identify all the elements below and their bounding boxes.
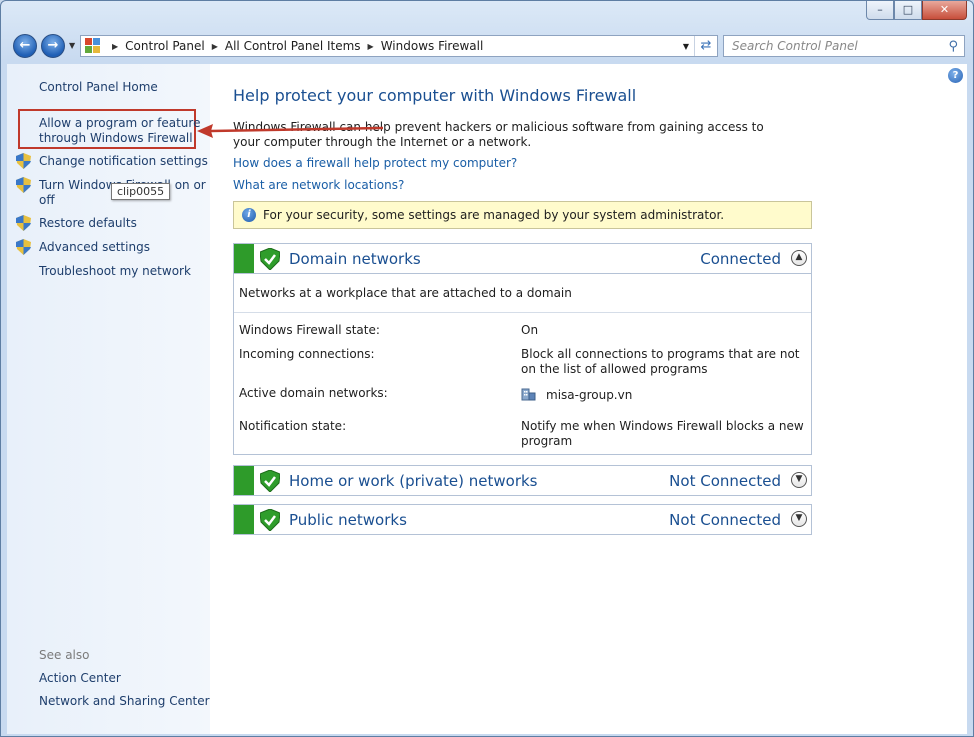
detail-value: Block all connections to programs that a… bbox=[521, 347, 800, 376]
green-shield-icon bbox=[259, 247, 281, 271]
breadcrumb-separator-icon[interactable]: ▶ bbox=[212, 42, 218, 51]
private-networks-panel: Home or work (private) networks Not Conn… bbox=[233, 465, 812, 496]
public-networks-panel: Public networks Not Connected ▼ bbox=[233, 504, 812, 535]
search-placeholder: Search Control Panel bbox=[732, 39, 858, 53]
network-status: Connected bbox=[700, 250, 781, 268]
address-bar[interactable]: ▶ Control Panel ▶ All Control Panel Item… bbox=[80, 35, 718, 57]
chevron-down-icon[interactable]: ▼ bbox=[791, 472, 807, 488]
window-controls: – □ ✕ bbox=[866, 1, 967, 20]
info-icon: i bbox=[242, 208, 256, 222]
breadcrumb-windows-firewall[interactable]: Windows Firewall bbox=[381, 39, 484, 53]
green-shield-icon bbox=[259, 469, 281, 493]
sidebar-item-advanced-settings[interactable]: Advanced settings bbox=[39, 240, 150, 255]
green-shield-icon bbox=[259, 508, 281, 532]
forward-arrow-icon[interactable]: → bbox=[41, 34, 65, 58]
sidebar-item-label: Allow a program or feature bbox=[39, 116, 201, 130]
chevron-down-icon[interactable]: ▼ bbox=[791, 511, 807, 527]
chevron-up-icon[interactable]: ▲ bbox=[791, 250, 807, 266]
domain-network-icon bbox=[521, 386, 536, 401]
admin-info-bar: i For your security, some settings are m… bbox=[233, 201, 812, 229]
firewall-help-link[interactable]: How does a firewall help protect my comp… bbox=[233, 156, 517, 170]
detail-label: Incoming connections: bbox=[239, 347, 375, 361]
uac-shield-icon bbox=[16, 239, 31, 255]
network-name: Home or work (private) networks bbox=[289, 472, 538, 490]
uac-shield-icon bbox=[16, 177, 31, 193]
annotation-arrow-icon bbox=[197, 124, 384, 138]
detail-label: Windows Firewall state: bbox=[239, 323, 380, 337]
detail-label: Active domain networks: bbox=[239, 386, 388, 400]
status-color-bar bbox=[234, 505, 254, 534]
status-color-bar bbox=[234, 244, 254, 273]
network-details: Windows Firewall state: On Incoming conn… bbox=[234, 313, 811, 454]
sidebar-item-allow-program[interactable]: Allow a program or feature through Windo… bbox=[39, 116, 200, 146]
detail-value: On bbox=[521, 323, 539, 337]
address-dropdown-icon[interactable]: ▼ bbox=[678, 42, 694, 51]
see-also-network-sharing-center[interactable]: Network and Sharing Center bbox=[39, 694, 210, 709]
network-status: Not Connected bbox=[669, 511, 781, 529]
refresh-icon[interactable]: ⇄ bbox=[694, 36, 717, 56]
see-also-heading: See also bbox=[39, 648, 90, 662]
close-button[interactable]: ✕ bbox=[922, 1, 967, 20]
network-header[interactable]: Home or work (private) networks Not Conn… bbox=[234, 466, 811, 495]
page-title: Help protect your computer with Windows … bbox=[233, 86, 637, 105]
maximize-button[interactable]: □ bbox=[894, 1, 922, 20]
network-header[interactable]: Domain networks Connected ▲ bbox=[234, 244, 811, 274]
uac-shield-icon bbox=[16, 215, 31, 231]
sidebar-item-control-panel-home[interactable]: Control Panel Home bbox=[39, 80, 158, 95]
status-color-bar bbox=[234, 466, 254, 495]
back-arrow-icon[interactable]: ← bbox=[13, 34, 37, 58]
help-icon[interactable]: ? bbox=[948, 68, 963, 83]
minimize-button[interactable]: – bbox=[866, 1, 894, 20]
network-name: Domain networks bbox=[289, 250, 421, 268]
detail-value-domain: misa-group.vn bbox=[521, 386, 811, 403]
main-content: ? Help protect your computer with Window… bbox=[210, 64, 967, 734]
search-input[interactable]: Search Control Panel ⚲ bbox=[723, 35, 965, 57]
sidebar-item-change-notification[interactable]: Change notification settings bbox=[39, 154, 208, 169]
windows-firewall-window: – □ ✕ ← → ▼ ▶ Control Panel ▶ All Contro… bbox=[0, 0, 974, 737]
network-header[interactable]: Public networks Not Connected ▼ bbox=[234, 505, 811, 534]
network-name: Public networks bbox=[289, 511, 407, 529]
see-also-action-center[interactable]: Action Center bbox=[39, 671, 121, 686]
domain-networks-panel: Domain networks Connected ▲ Networks at … bbox=[233, 243, 812, 455]
breadcrumb-separator-icon[interactable]: ▶ bbox=[112, 42, 118, 51]
sidebar-item-restore-defaults[interactable]: Restore defaults bbox=[39, 216, 137, 231]
sidebar: Control Panel Home Allow a program or fe… bbox=[7, 64, 210, 734]
network-status: Not Connected bbox=[669, 472, 781, 490]
tooltip: clip0055 bbox=[111, 183, 171, 200]
uac-shield-icon bbox=[16, 153, 31, 169]
sidebar-item-troubleshoot[interactable]: Troubleshoot my network bbox=[39, 264, 191, 279]
navigation-bar: ← → ▼ ▶ Control Panel ▶ All Control Pane… bbox=[1, 32, 973, 60]
breadcrumb-control-panel[interactable]: Control Panel bbox=[125, 39, 205, 53]
sidebar-item-label: through Windows Firewall bbox=[39, 131, 193, 145]
breadcrumb-separator-icon[interactable]: ▶ bbox=[368, 42, 374, 51]
info-message: For your security, some settings are man… bbox=[263, 208, 725, 222]
search-icon[interactable]: ⚲ bbox=[948, 39, 958, 54]
network-description: Networks at a workplace that are attache… bbox=[234, 274, 811, 313]
breadcrumb-all-items[interactable]: All Control Panel Items bbox=[225, 39, 361, 53]
detail-value: Notify me when Windows Firewall blocks a… bbox=[521, 419, 804, 448]
title-bar: – □ ✕ bbox=[1, 1, 973, 29]
detail-label: Notification state: bbox=[239, 419, 347, 433]
control-panel-icon bbox=[85, 38, 101, 54]
network-locations-link[interactable]: What are network locations? bbox=[233, 178, 404, 192]
domain-name: misa-group.vn bbox=[546, 388, 633, 402]
recent-pages-dropdown-icon[interactable]: ▼ bbox=[69, 41, 75, 50]
